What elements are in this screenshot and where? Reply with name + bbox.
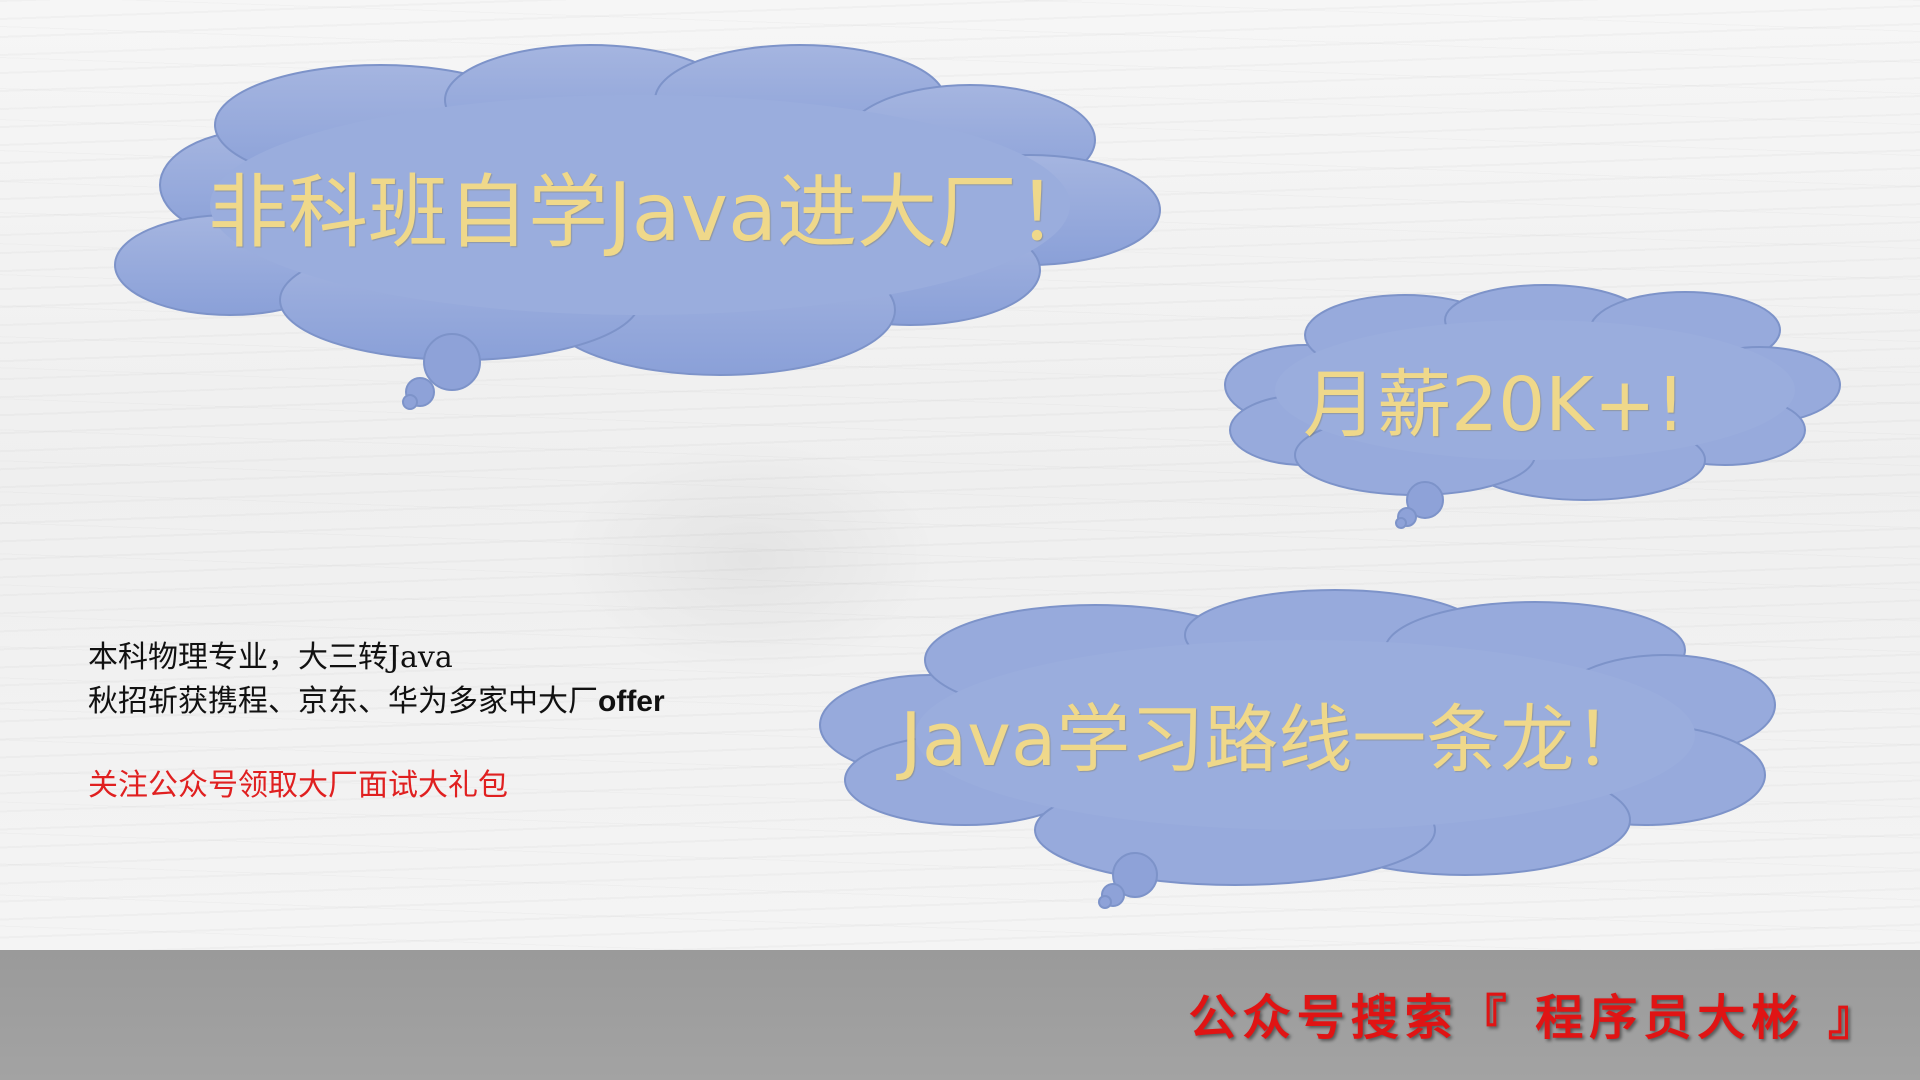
- thought-cloud-main: 非科班自学Java进大厂！: [80, 20, 1200, 420]
- main-headline: 非科班自学Java进大厂！: [208, 166, 1097, 259]
- info-line-major: 本科物理专业，大三转Java: [88, 640, 453, 675]
- follow-prompt: 关注公众号领取大厂面试大礼包: [88, 768, 508, 803]
- info-line-offers: 秋招斩获携程、京东、华为多家中大厂offer: [88, 680, 665, 724]
- info-offers-text: 秋招斩获携程、京东、华为多家中大厂: [88, 684, 598, 719]
- salary-headline: 月薪20K+!: [1303, 362, 1686, 448]
- bottom-banner-text: 公众号搜索『 程序员大彬 』: [1188, 990, 1882, 1046]
- author-info: 本科物理专业，大三转Java 秋招斩获携程、京东、华为多家中大厂offer 关注…: [88, 636, 665, 808]
- thought-cloud-salary: 月薪20K+!: [1215, 275, 1855, 535]
- roadmap-headline: Java学习路线一条龙！: [900, 697, 1649, 783]
- info-offer-word: offer: [598, 685, 665, 718]
- thought-cloud-roadmap: Java学习路线一条龙！: [815, 589, 1795, 920]
